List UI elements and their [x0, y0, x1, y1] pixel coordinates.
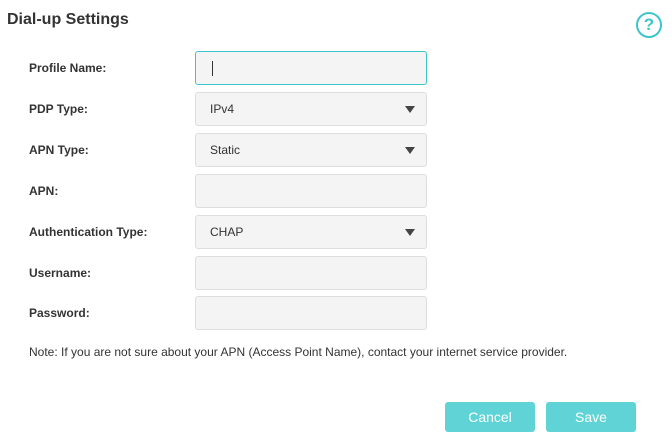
text-cursor — [212, 61, 213, 76]
apn-label: APN: — [29, 184, 59, 198]
profile-name-input[interactable] — [195, 51, 427, 85]
pdp-type-select[interactable]: IPv4 — [195, 92, 427, 126]
password-label: Password: — [29, 306, 90, 320]
pdp-type-label: PDP Type: — [29, 102, 88, 116]
apn-type-select[interactable]: Static — [195, 133, 427, 167]
apn-row: APN: — [0, 174, 672, 208]
auth-type-value: CHAP — [210, 225, 244, 239]
pdp-type-value: IPv4 — [210, 102, 235, 116]
username-label: Username: — [29, 266, 92, 280]
cancel-button[interactable]: Cancel — [445, 402, 535, 432]
apn-type-label: APN Type: — [29, 143, 89, 157]
auth-type-select[interactable]: CHAP — [195, 215, 427, 249]
page-title: Dial-up Settings — [7, 11, 129, 28]
auth-type-row: Authentication Type: CHAP — [0, 215, 672, 249]
apn-note: Note: If you are not sure about your APN… — [29, 345, 568, 359]
chevron-down-icon — [405, 229, 415, 236]
help-icon[interactable]: ? — [636, 12, 662, 38]
auth-type-label: Authentication Type: — [29, 225, 148, 239]
profile-name-row: Profile Name: — [0, 51, 672, 85]
save-button[interactable]: Save — [546, 402, 636, 432]
username-row: Username: — [0, 256, 672, 290]
profile-name-label: Profile Name: — [29, 61, 107, 75]
chevron-down-icon — [405, 147, 415, 154]
pdp-type-row: PDP Type: IPv4 — [0, 92, 672, 126]
apn-type-row: APN Type: Static — [0, 133, 672, 167]
username-input[interactable] — [195, 256, 427, 290]
apn-input[interactable] — [195, 174, 427, 208]
password-input[interactable] — [195, 296, 427, 330]
password-row: Password: — [0, 296, 672, 330]
dialup-settings-page: Dial-up Settings ? Profile Name: PDP Typ… — [0, 0, 672, 448]
chevron-down-icon — [405, 106, 415, 113]
apn-type-value: Static — [210, 143, 241, 157]
